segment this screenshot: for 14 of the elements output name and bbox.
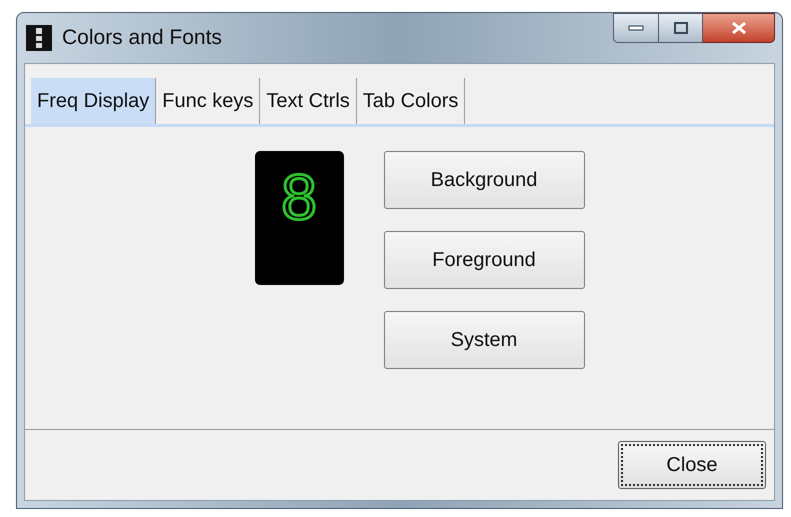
display-digit: 8 [281, 165, 317, 229]
tab[interactable]: Freq Display [31, 78, 156, 124]
close-window-button[interactable] [703, 13, 775, 43]
maximize-icon [674, 22, 688, 34]
close-button[interactable]: Close [618, 441, 766, 489]
minimize-icon [628, 25, 644, 31]
color-button[interactable]: Background [384, 151, 584, 209]
window-title: Colors and Fonts [62, 25, 222, 52]
minimize-button[interactable] [613, 13, 659, 43]
app-icon [26, 25, 52, 51]
maximize-button[interactable] [659, 13, 703, 43]
close-icon [730, 21, 746, 35]
color-button[interactable]: System [384, 311, 584, 369]
color-button[interactable]: Foreground [384, 231, 584, 289]
